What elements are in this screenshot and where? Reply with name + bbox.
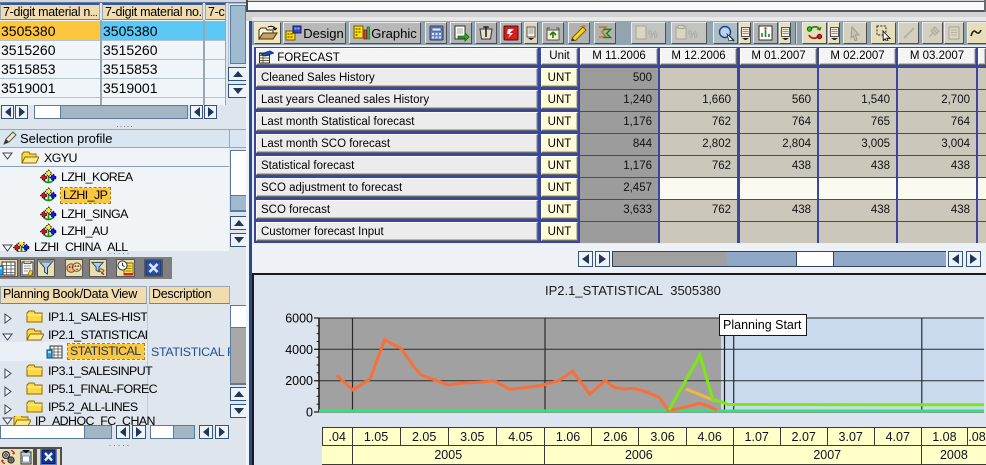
svg-text:2000: 2000 (285, 374, 313, 388)
svg-text:4000: 4000 (285, 343, 313, 357)
svg-text:0: 0 (306, 406, 313, 420)
svg-text:%: % (648, 29, 658, 41)
svg-text:6000: 6000 (285, 312, 313, 326)
svg-text:%: % (688, 29, 698, 41)
